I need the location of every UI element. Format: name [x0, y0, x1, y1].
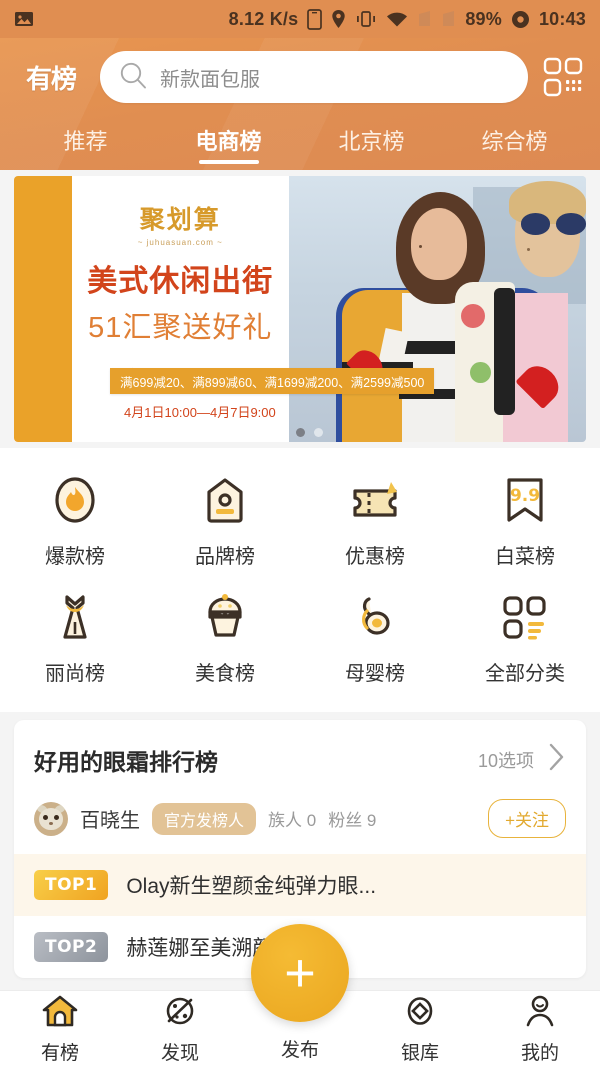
brand-tag-icon — [197, 472, 253, 528]
page-title: 好用的眼霜排行榜 — [34, 748, 218, 775]
rank-badge: TOP1 — [34, 870, 109, 900]
banner-brand: 聚划算 — [139, 205, 221, 234]
nav-label: 我的 — [520, 1042, 559, 1064]
tab-label: 推荐 — [63, 129, 108, 154]
status-bar: 8.12 K/s 89% 10:43 — [0, 0, 600, 38]
category-label: 美食榜 — [195, 663, 255, 685]
banner-carousel: 聚划算 ~ juhuasuan.com ~ 美式休闲出街 51汇聚送好礼 全场低… — [0, 170, 600, 442]
category-label: 优惠榜 — [345, 546, 405, 568]
app-logo: 有榜 — [25, 64, 77, 95]
bookmark-99-icon: 9.9 — [497, 472, 553, 528]
app-screen: 8.12 K/s 89% 10:43 有榜 新款面包服 推荐 电商榜 北京榜 综… — [0, 0, 600, 1067]
category-label: 白菜榜 — [495, 546, 555, 568]
category-icon-grid: 爆款榜 品牌榜 优惠榜 9.9 白菜榜 丽尚榜 美食榜 母婴榜 全部分类 — [0, 448, 600, 712]
category-brand-ranking[interactable]: 品牌榜 — [150, 462, 300, 579]
qr-grid-icon[interactable] — [540, 54, 586, 100]
publish-fab-button[interactable]: + — [251, 924, 349, 1022]
wifi-icon — [386, 11, 408, 28]
tab-beijing[interactable]: 北京榜 — [300, 110, 443, 170]
category-hot-ranking[interactable]: 爆款榜 — [0, 462, 150, 579]
vibrate-icon — [355, 10, 377, 28]
image-icon — [14, 9, 34, 29]
tab-recommend[interactable]: 推荐 — [14, 110, 157, 170]
signal-icon — [417, 10, 432, 28]
app-header: 有榜 新款面包服 推荐 电商榜 北京榜 综合榜 — [0, 38, 600, 170]
flame-icon — [47, 472, 103, 528]
banner-promo-text: 满699减20、满899减60、满1699减200、满2599减500 — [110, 368, 435, 394]
fans-count: 粉丝 9 — [328, 811, 377, 830]
tab-ecommerce[interactable]: 电商榜 — [157, 110, 300, 170]
category-coupon-ranking[interactable]: 优惠榜 — [300, 462, 450, 579]
follow-button[interactable]: +关注 — [488, 799, 566, 838]
active-tab-indicator — [198, 160, 259, 164]
tab-label: 电商榜 — [195, 129, 262, 154]
nav-label: 有榜 — [40, 1042, 79, 1064]
category-label: 母婴榜 — [345, 663, 405, 685]
battery-level: 89% — [465, 8, 502, 29]
clock-time: 10:43 — [538, 8, 586, 29]
author-name[interactable]: 百晓生 — [80, 804, 140, 833]
category-cheap-ranking[interactable]: 9.9 白菜榜 — [450, 462, 600, 579]
nav-item-profile[interactable]: 我的 — [480, 994, 600, 1065]
svg-text:9.9: 9.9 — [510, 486, 540, 506]
tab-label: 北京榜 — [338, 129, 405, 154]
table-row[interactable]: TOP1 Olay新生塑颜金纯弹力眼... — [14, 854, 586, 916]
diamond-icon — [402, 994, 438, 1033]
category-label: 品牌榜 — [195, 546, 255, 568]
search-placeholder: 新款面包服 — [160, 68, 260, 91]
nav-label: 发布 — [280, 1040, 319, 1061]
carousel-dot-active[interactable] — [296, 428, 305, 437]
plus-icon: + — [284, 943, 316, 1003]
signal-2-icon — [441, 10, 456, 28]
category-food-ranking[interactable]: 美食榜 — [150, 579, 300, 696]
category-tabs: 推荐 电商榜 北京榜 综合榜 — [14, 110, 586, 170]
banner-subhead: 51汇聚送好礼 — [88, 312, 273, 344]
tab-label: 综合榜 — [481, 129, 548, 154]
category-label: 全部分类 — [485, 663, 565, 685]
category-mother-baby-ranking[interactable]: 母婴榜 — [300, 579, 450, 696]
all-categories-grid-icon — [497, 589, 553, 645]
pacifier-icon — [347, 589, 403, 645]
person-icon — [522, 994, 558, 1033]
category-label: 丽尚榜 — [45, 663, 105, 685]
nav-item-discover[interactable]: 发现 — [120, 994, 240, 1065]
category-fashion-ranking[interactable]: 丽尚榜 — [0, 579, 150, 696]
carousel-dot[interactable] — [314, 428, 323, 437]
location-icon — [331, 9, 346, 29]
status-badge: 官方发榜人 — [152, 802, 257, 835]
product-name: Olay新生塑颜金纯弹力眼... — [126, 875, 377, 898]
nav-label: 银库 — [400, 1042, 439, 1064]
nav-item-home[interactable]: 有榜 — [0, 994, 120, 1065]
banner-brand-url: ~ juhuasuan.com ~ — [137, 238, 223, 247]
tab-comprehensive[interactable]: 综合榜 — [443, 110, 586, 170]
ticket-icon — [347, 472, 403, 528]
ranking-card-header[interactable]: 好用的眼霜排行榜 10选项 — [14, 720, 586, 795]
nav-label: 发现 — [160, 1042, 199, 1064]
category-all-categories[interactable]: 全部分类 — [450, 579, 600, 696]
carousel-dots — [296, 428, 323, 437]
banner-slide[interactable]: 聚划算 ~ juhuasuan.com ~ 美式休闲出街 51汇聚送好礼 全场低… — [14, 176, 586, 442]
banner-headline: 美式休闲出街 — [87, 264, 274, 299]
network-speed: 8.12 K/s — [228, 8, 299, 29]
clan-count: 族人 0 — [268, 811, 317, 830]
rank-badge: TOP2 — [34, 932, 109, 962]
dress-icon — [47, 589, 103, 645]
options-count: 10选项 — [477, 750, 534, 771]
planet-icon — [162, 994, 198, 1033]
category-label: 爆款榜 — [45, 546, 105, 568]
banner-photo — [288, 176, 586, 442]
search-input[interactable]: 新款面包服 — [100, 51, 528, 103]
card-author-row: 百晓生 官方发榜人 族人 0 粉丝 9 +关注 — [14, 795, 586, 854]
cupcake-icon — [197, 589, 253, 645]
banner-date-range: 4月1日10:00—4月7日9:00 — [124, 405, 276, 420]
banner-yellow-bar — [14, 176, 72, 442]
nav-item-vault[interactable]: 银库 — [360, 994, 480, 1065]
chevron-right-icon[interactable] — [548, 742, 566, 777]
sim-icon — [307, 8, 323, 30]
search-icon — [118, 60, 148, 95]
avatar[interactable] — [34, 801, 68, 836]
alarm-icon — [511, 10, 530, 29]
home-icon — [41, 994, 79, 1033]
